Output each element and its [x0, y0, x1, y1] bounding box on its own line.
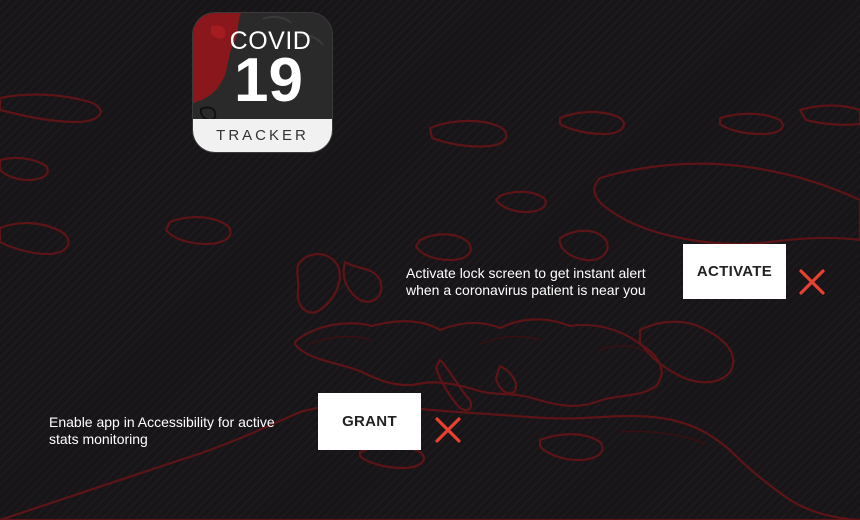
screen: COVID 19 TRACKER Activate lock screen to…: [0, 0, 860, 520]
logo-number-19: 19: [234, 46, 303, 115]
lockscreen-prompt-line1: Activate lock screen to get instant aler…: [406, 265, 646, 281]
close-icon[interactable]: [434, 416, 462, 444]
lockscreen-prompt-text: Activate lock screen to get instant aler…: [406, 265, 646, 299]
app-logo: COVID 19 TRACKER: [193, 13, 332, 152]
accessibility-prompt-text: Enable app in Accessibility for active s…: [49, 414, 275, 448]
accessibility-prompt-line1: Enable app in Accessibility for active: [49, 414, 275, 430]
lockscreen-prompt-line2: when a coronavirus patient is near you: [406, 282, 646, 298]
logo-word-tracker: TRACKER: [193, 119, 332, 152]
activate-button[interactable]: ACTIVATE: [683, 244, 786, 299]
close-icon[interactable]: [798, 268, 826, 296]
accessibility-prompt-line2: stats monitoring: [49, 431, 148, 447]
grant-button[interactable]: GRANT: [318, 393, 421, 450]
